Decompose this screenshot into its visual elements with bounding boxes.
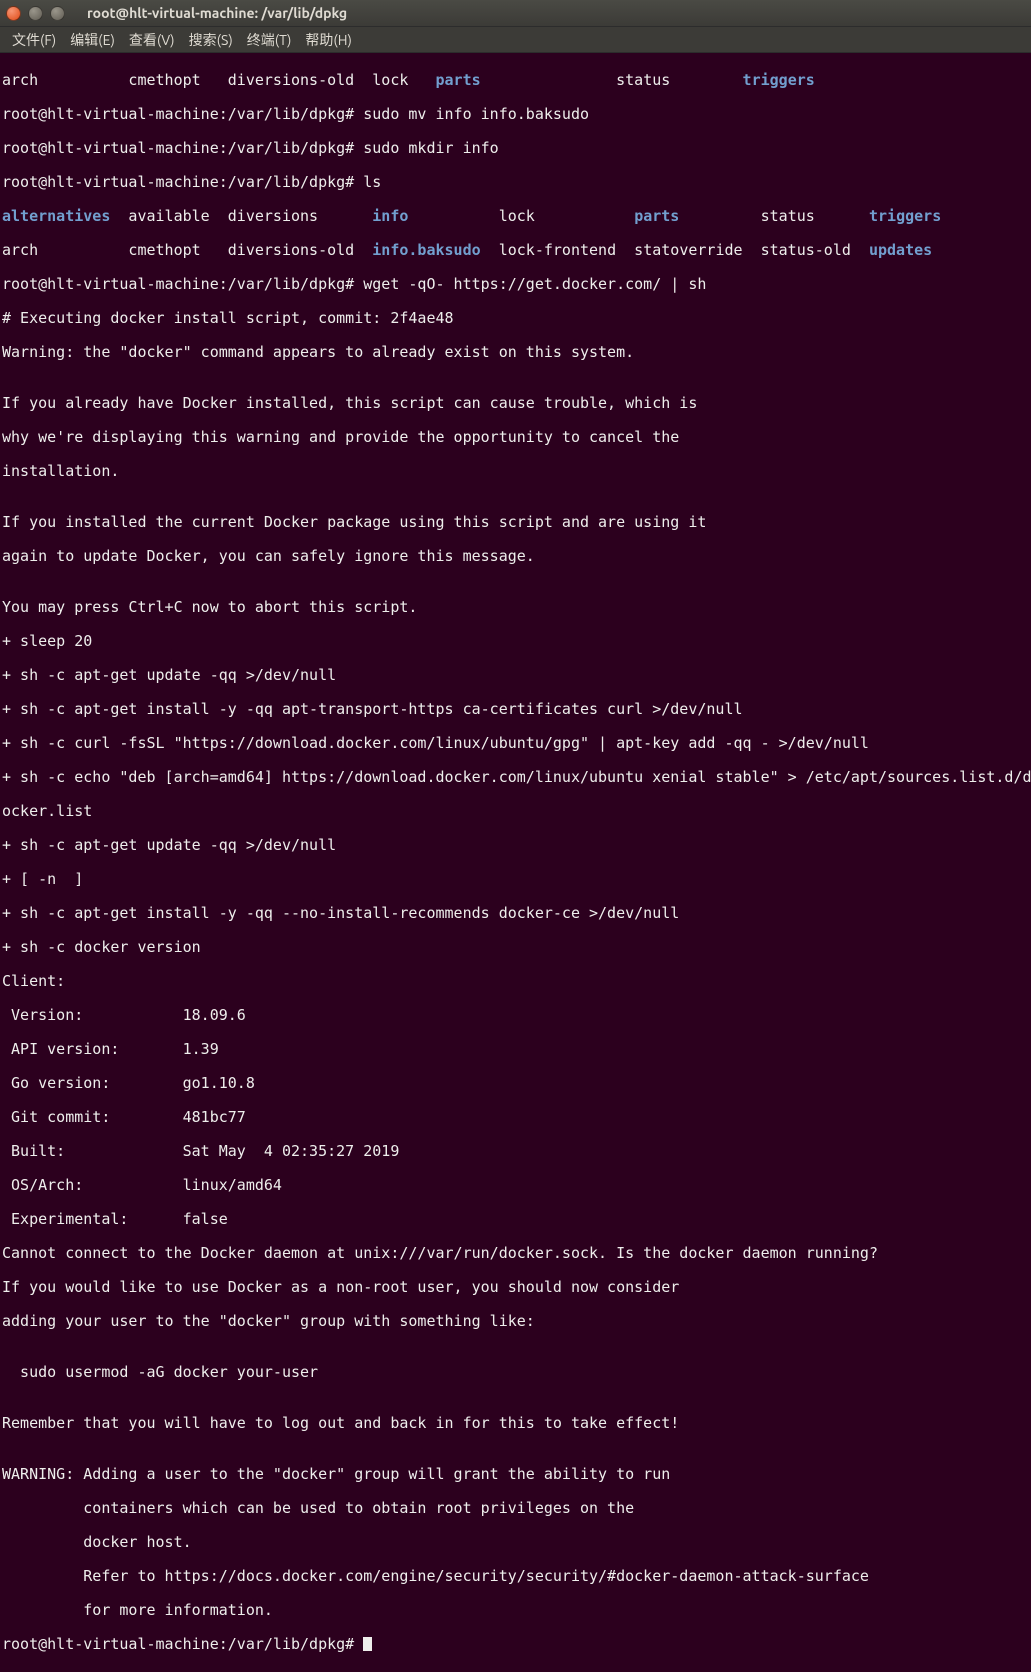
- terminal-output[interactable]: arch cmethopt diversions-old lock parts …: [0, 53, 1031, 1672]
- text: status: [481, 71, 743, 89]
- text: lock: [408, 207, 634, 225]
- window-title: root@hlt-virtual-machine: /var/lib/dpkg: [87, 5, 347, 21]
- terminal-line: why we're displaying this warning and pr…: [2, 429, 1029, 446]
- terminal-line: # Executing docker install script, commi…: [2, 310, 1029, 327]
- menu-terminal[interactable]: 终端(T): [241, 28, 298, 52]
- terminal-line: Go version: go1.10.8: [2, 1075, 1029, 1092]
- text: status: [679, 207, 869, 225]
- terminal-line: + [ -n ]: [2, 871, 1029, 888]
- terminal-line: + sh -c apt-get install -y -qq --no-inst…: [2, 905, 1029, 922]
- terminal-line: Built: Sat May 4 02:35:27 2019: [2, 1143, 1029, 1160]
- menu-file[interactable]: 文件(F): [6, 28, 62, 52]
- text: available diversions: [110, 207, 372, 225]
- terminal-line: OS/Arch: linux/amd64: [2, 1177, 1029, 1194]
- window-titlebar: root@hlt-virtual-machine: /var/lib/dpkg: [0, 0, 1031, 27]
- terminal-line: WARNING: Adding a user to the "docker" g…: [2, 1466, 1029, 1483]
- minimize-icon[interactable]: [28, 6, 43, 21]
- terminal-line: + sh -c echo "deb [arch=amd64] https://d…: [2, 769, 1029, 786]
- window-controls: [6, 6, 65, 21]
- terminal-line: Refer to https://docs.docker.com/engine/…: [2, 1568, 1029, 1585]
- terminal-line: Git commit: 481bc77: [2, 1109, 1029, 1126]
- terminal-line: root@hlt-virtual-machine:/var/lib/dpkg# …: [2, 174, 1029, 191]
- terminal-line: installation.: [2, 463, 1029, 480]
- menu-view[interactable]: 查看(V): [123, 28, 181, 52]
- dir-parts: parts: [634, 207, 679, 225]
- terminal-line: Cannot connect to the Docker daemon at u…: [2, 1245, 1029, 1262]
- terminal-line: adding your user to the "docker" group w…: [2, 1313, 1029, 1330]
- terminal-line: alternatives available diversions info l…: [2, 208, 1029, 225]
- terminal-line: root@hlt-virtual-machine:/var/lib/dpkg# …: [2, 140, 1029, 157]
- terminal-line: arch cmethopt diversions-old info.baksud…: [2, 242, 1029, 259]
- dir-triggers: triggers: [869, 207, 941, 225]
- text: arch cmethopt diversions-old: [2, 241, 372, 259]
- terminal-line: Remember that you will have to log out a…: [2, 1415, 1029, 1432]
- menu-edit[interactable]: 编辑(E): [64, 28, 121, 52]
- dir-parts: parts: [435, 71, 480, 89]
- prompt-text: root@hlt-virtual-machine:/var/lib/dpkg#: [2, 1635, 363, 1653]
- terminal-line: docker host.: [2, 1534, 1029, 1551]
- cursor-icon: [363, 1637, 372, 1651]
- maximize-icon[interactable]: [50, 6, 65, 21]
- terminal-line: Warning: the "docker" command appears to…: [2, 344, 1029, 361]
- dir-triggers: triggers: [743, 71, 815, 89]
- dir-baksudo: info.baksudo: [372, 241, 480, 259]
- terminal-line: root@hlt-virtual-machine:/var/lib/dpkg# …: [2, 276, 1029, 293]
- terminal-line: + sh -c apt-get update -qq >/dev/null: [2, 837, 1029, 854]
- dir-updates: updates: [869, 241, 932, 259]
- menu-help[interactable]: 帮助(H): [299, 28, 358, 52]
- terminal-line: If you would like to use Docker as a non…: [2, 1279, 1029, 1296]
- terminal-line: again to update Docker, you can safely i…: [2, 548, 1029, 565]
- terminal-line: + sleep 20: [2, 633, 1029, 650]
- terminal-line: root@hlt-virtual-machine:/var/lib/dpkg# …: [2, 106, 1029, 123]
- terminal-line: + sh -c docker version: [2, 939, 1029, 956]
- terminal-line: arch cmethopt diversions-old lock parts …: [2, 72, 1029, 89]
- text: lock-frontend statoverride status-old: [481, 241, 869, 259]
- terminal-line: API version: 1.39: [2, 1041, 1029, 1058]
- terminal-line: sudo usermod -aG docker your-user: [2, 1364, 1029, 1381]
- terminal-line: You may press Ctrl+C now to abort this s…: [2, 599, 1029, 616]
- terminal-line: If you installed the current Docker pack…: [2, 514, 1029, 531]
- terminal-line: + sh -c curl -fsSL "https://download.doc…: [2, 735, 1029, 752]
- terminal-line: + sh -c apt-get install -y -qq apt-trans…: [2, 701, 1029, 718]
- terminal-line: + sh -c apt-get update -qq >/dev/null: [2, 667, 1029, 684]
- terminal-line: Client:: [2, 973, 1029, 990]
- terminal-line: Version: 18.09.6: [2, 1007, 1029, 1024]
- close-icon[interactable]: [6, 6, 21, 21]
- text: arch cmethopt diversions-old lock: [2, 71, 435, 89]
- dir-info: info: [372, 207, 408, 225]
- menu-bar: 文件(F) 编辑(E) 查看(V) 搜索(S) 终端(T) 帮助(H): [0, 27, 1031, 53]
- terminal-line: containers which can be used to obtain r…: [2, 1500, 1029, 1517]
- terminal-line: ocker.list: [2, 803, 1029, 820]
- dir-alternatives: alternatives: [2, 207, 110, 225]
- terminal-line: Experimental: false: [2, 1211, 1029, 1228]
- terminal-line: If you already have Docker installed, th…: [2, 395, 1029, 412]
- terminal-line: for more information.: [2, 1602, 1029, 1619]
- menu-search[interactable]: 搜索(S): [183, 28, 239, 52]
- terminal-prompt-line: root@hlt-virtual-machine:/var/lib/dpkg#: [2, 1636, 1029, 1653]
